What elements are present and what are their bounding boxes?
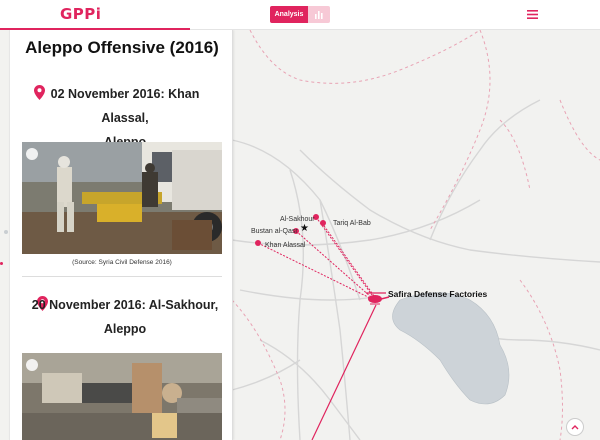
photo-rescue-scene <box>22 142 222 254</box>
active-underline <box>0 28 190 30</box>
entry-heading-2-line2: Aleppo <box>103 322 147 336</box>
salt-lake <box>392 292 510 405</box>
marker-tariq-al-bab[interactable] <box>320 220 326 226</box>
admin-boundaries <box>231 30 600 440</box>
chevron-up-icon <box>571 425 579 430</box>
entry-heading-2: 20 November 2016: Al-Sakhour, Aleppo <box>30 293 220 341</box>
analysis-button[interactable]: Analysis <box>270 6 308 23</box>
star-icon: ★ <box>300 223 309 234</box>
road-network <box>231 99 600 440</box>
entry-heading-1-line1: 02 November 2016: Khan Alassal, <box>50 87 200 125</box>
entry-caption-1: (Source: Syria Civil Defense 2016) <box>72 259 172 266</box>
photo-rubble-scene <box>22 353 222 440</box>
bar-chart-icon <box>315 11 323 19</box>
gppi-logo[interactable]: GPPi <box>60 5 101 23</box>
helicopter-icon[interactable] <box>366 292 390 305</box>
hamburger-menu-icon[interactable] <box>527 10 538 19</box>
left-strip <box>0 30 9 440</box>
chart-button[interactable] <box>308 6 330 23</box>
marker-khan-alassal[interactable] <box>255 240 261 246</box>
label-tariq-al-bab: Tariq Al-Bab <box>333 220 371 227</box>
panel-title: Aleppo Offensive (2016) <box>25 38 219 57</box>
label-bustan-al-qasr: Bustan al-Qasr <box>251 228 298 235</box>
entry-divider <box>22 276 222 277</box>
label-khan-alassal: Khan Alassal <box>265 242 306 249</box>
label-safira: Safira Defense Factories <box>388 289 487 299</box>
entry-photo-1[interactable] <box>22 142 222 254</box>
top-bar: GPPi Analysis <box>0 0 600 30</box>
incident-panel[interactable]: Aleppo Offensive (2016) 02 November 2016… <box>9 30 233 440</box>
scroll-up-button[interactable] <box>566 418 584 436</box>
label-al-sakhour: Al-Sakhour <box>280 216 315 223</box>
entry-photo-2[interactable] <box>22 353 222 440</box>
entry-heading-2-line1: 20 November 2016: Al-Sakhour, <box>31 298 219 312</box>
